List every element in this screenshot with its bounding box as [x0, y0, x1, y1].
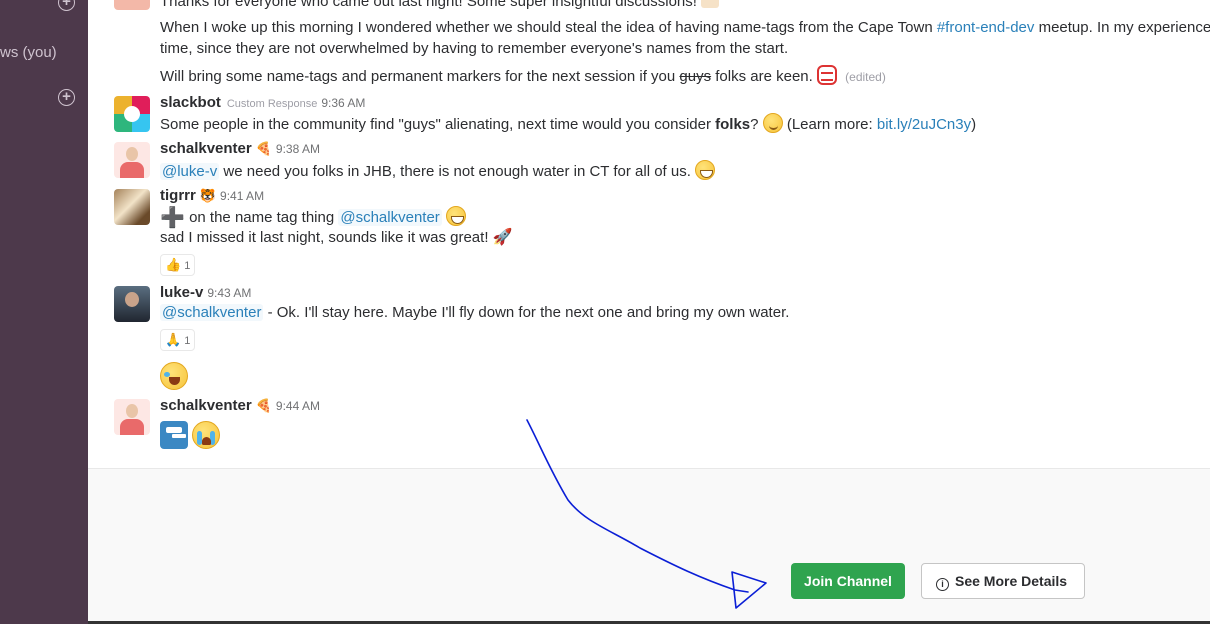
sender-name[interactable]: slackbot [160, 94, 221, 111]
timestamp[interactable]: 9:44 AM [276, 399, 320, 413]
devil-emoji [816, 65, 837, 85]
sidebar-dm-self[interactable]: ws (you) [0, 44, 57, 61]
edited-label: (edited) [845, 70, 886, 84]
thumbs-up-icon: 👍 [165, 257, 182, 272]
channel-link[interactable]: #front-end-dev [937, 19, 1035, 36]
avatar[interactable] [114, 286, 150, 322]
avatar[interactable] [114, 0, 150, 10]
message-text: When I woke up this morning I wondered w… [160, 19, 1210, 36]
tiger-icon: 🐯 [199, 188, 217, 203]
user-mention[interactable]: @schalkventer [160, 304, 264, 321]
reaction-pray[interactable]: 🙏 1 [160, 329, 196, 351]
info-icon: i [936, 578, 949, 591]
laugh-emoji [160, 362, 188, 390]
timestamp[interactable]: 9:38 AM [276, 142, 320, 156]
faucet-emoji [160, 421, 188, 449]
custom-response-tag: Custom Response [226, 98, 318, 110]
sender-name[interactable]: luke-v [160, 284, 203, 301]
message-text: @schalkventer - Ok. I'll stay here. Mayb… [160, 304, 790, 321]
message-text: sad I missed it last night, sounds like … [160, 229, 513, 246]
timestamp[interactable]: 9:43 AM [207, 286, 251, 300]
sender-name[interactable]: schalkventer [160, 397, 252, 414]
avatar[interactable] [114, 96, 150, 132]
pizza-icon: 🍕 [255, 141, 272, 156]
smile-emoji [762, 113, 783, 133]
avatar[interactable] [114, 189, 150, 225]
message-text: Thanks for everyone who came out last ni… [160, 0, 720, 12]
message-text: time, since they are not overwhelmed by … [160, 40, 789, 57]
grin-emoji [445, 206, 466, 226]
see-more-details-button[interactable]: i See More Details [921, 563, 1085, 599]
sender-name[interactable]: tigrrr [160, 187, 196, 204]
timestamp[interactable]: 9:36 AM [321, 96, 365, 110]
timestamp[interactable]: 9:41 AM [220, 189, 264, 203]
message-text: ➕ on the name tag thing @schalkventer [160, 206, 466, 228]
learn-more-link[interactable]: bit.ly/2uJCn3y [877, 116, 971, 133]
reaction-thumbs-up[interactable]: 👍 1 [160, 254, 196, 276]
avatar[interactable] [114, 399, 150, 435]
pray-icon: 🙏 [165, 332, 182, 347]
grin-emoji [695, 160, 716, 180]
heavy-plus-icon: ➕ [160, 207, 185, 229]
sender-name[interactable]: schalkventer [160, 140, 252, 157]
add-circle-icon[interactable]: + [58, 89, 75, 106]
message-text: Some people in the community find "guys"… [160, 113, 976, 135]
message-list: Thanks for everyone who came out last ni… [88, 0, 1210, 470]
user-mention[interactable]: @schalkventer [338, 209, 442, 226]
user-mention[interactable]: @luke-v [160, 163, 220, 180]
sidebar: + ws (you) + [0, 0, 88, 624]
cry-emoji [192, 421, 221, 449]
message-text: Will bring some name-tags and permanent … [160, 65, 886, 87]
rocket-emoji: 🚀 [492, 229, 513, 246]
join-channel-footer: Join Channel i See More Details [88, 468, 1210, 624]
add-circle-icon[interactable]: + [58, 0, 75, 11]
pizza-icon: 🍕 [255, 398, 272, 413]
avatar[interactable] [114, 142, 150, 178]
raised-hands-icon [701, 0, 720, 8]
message-text: @luke-v we need you folks in JHB, there … [160, 160, 716, 182]
join-channel-button[interactable]: Join Channel [791, 563, 905, 599]
